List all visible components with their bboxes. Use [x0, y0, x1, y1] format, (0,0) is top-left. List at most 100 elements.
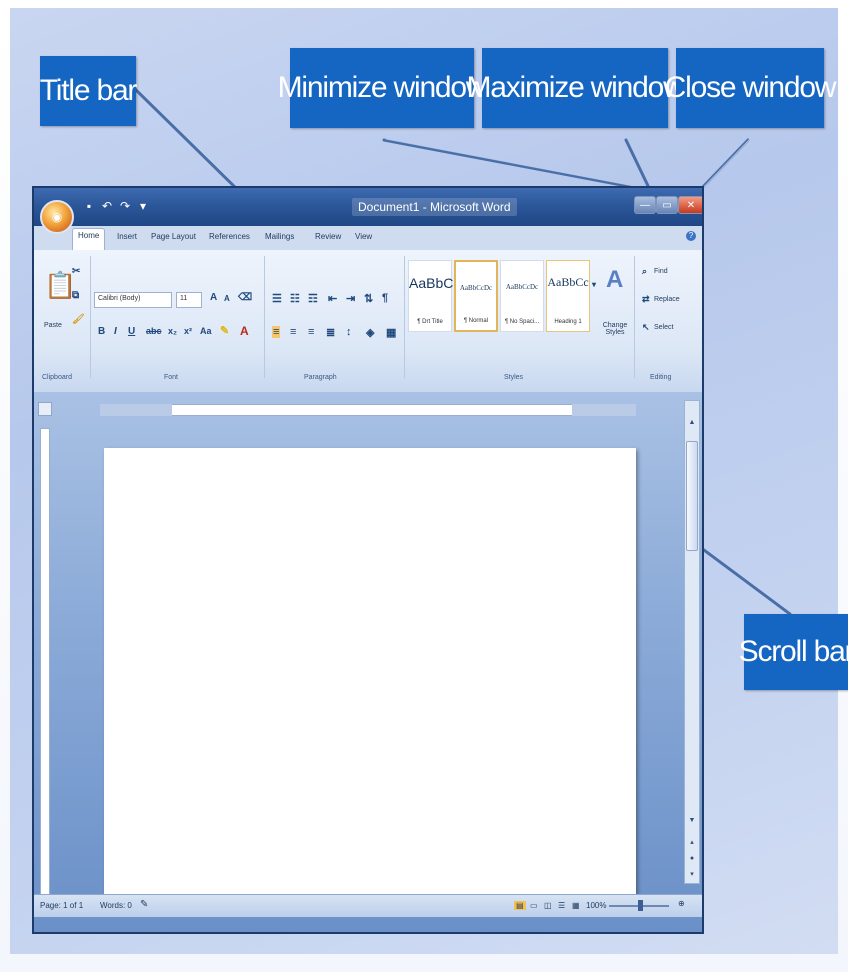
outline-icon[interactable]: ☰: [558, 901, 565, 910]
tab-page-layout[interactable]: Page Layout: [146, 230, 201, 243]
close-button[interactable]: ✕: [678, 196, 702, 214]
strikethrough-icon[interactable]: abc: [146, 326, 162, 336]
zoom-in-icon[interactable]: ⊕: [678, 899, 685, 908]
tab-review[interactable]: Review: [310, 230, 346, 243]
browse-object-icon[interactable]: ●: [686, 853, 698, 865]
style-normal[interactable]: AaBbCcDc ¶ Normal: [454, 260, 498, 332]
styles-group-label: Styles: [504, 374, 524, 381]
proofing-icon[interactable]: ✎: [140, 899, 148, 910]
find-button[interactable]: Find: [654, 268, 668, 275]
page-count[interactable]: Page: 1 of 1: [40, 901, 83, 910]
help-icon[interactable]: ?: [686, 231, 696, 241]
office-button[interactable]: ◉: [40, 200, 74, 234]
italic-icon[interactable]: I: [114, 326, 117, 337]
word-count[interactable]: Words: 0: [100, 901, 132, 910]
replace-button[interactable]: Replace: [654, 296, 680, 303]
vertical-ruler[interactable]: [40, 428, 50, 898]
change-styles-icon[interactable]: A: [606, 266, 623, 294]
separator: [90, 256, 91, 378]
increase-indent-icon[interactable]: ⇥: [346, 292, 355, 305]
window-title: Document1 - Microsoft Word: [352, 198, 517, 216]
bullets-icon[interactable]: ☰: [272, 292, 282, 305]
web-layout-icon[interactable]: ◫: [544, 901, 552, 910]
minimize-button[interactable]: —: [634, 196, 656, 214]
style-heading-1[interactable]: AaBbCc Heading 1: [546, 260, 590, 332]
style-name: Heading 1: [554, 319, 582, 325]
style-sample: AaBbC: [409, 275, 454, 291]
subscript-icon[interactable]: x₂: [168, 326, 177, 336]
sort-icon[interactable]: ⇅: [364, 292, 373, 305]
align-center-icon[interactable]: ≡: [290, 326, 296, 338]
style-name: ¶ No Spaci...: [504, 319, 540, 325]
quick-access-dropdown-icon[interactable]: ▾: [134, 199, 152, 215]
previous-page-icon[interactable]: ▴: [686, 837, 698, 849]
shrink-font-icon[interactable]: A: [224, 294, 230, 303]
style-title[interactable]: AaBbC ¶ Drt Title: [408, 260, 454, 332]
tab-home[interactable]: Home: [72, 228, 106, 251]
minimize-window-callout: Minimize window: [278, 48, 488, 128]
clear-format-icon[interactable]: ⌫: [238, 292, 252, 303]
replace-icon[interactable]: ⇄: [642, 294, 650, 305]
cut-icon[interactable]: ✂: [72, 266, 80, 277]
close-window-callout: Close window: [665, 48, 837, 128]
tab-mailings[interactable]: Mailings: [260, 230, 299, 243]
ruler-tab-selector[interactable]: [38, 402, 52, 416]
superscript-icon[interactable]: x²: [184, 326, 192, 336]
copy-icon[interactable]: ⧉: [72, 290, 79, 301]
style-no-spacing[interactable]: AaBbCcDc ¶ No Spaci...: [500, 260, 544, 332]
highlight-icon[interactable]: ✎: [220, 324, 229, 337]
title-bar[interactable]: ▪ ↶ ↷ ▾ Document1 - Microsoft Word — ▭ ✕: [34, 188, 702, 226]
more-styles-icon[interactable]: ▾: [592, 280, 596, 289]
select-icon[interactable]: ↖: [642, 322, 650, 333]
align-left-icon[interactable]: ≡: [272, 326, 281, 338]
line-spacing-icon[interactable]: ↕: [346, 326, 352, 338]
vertical-scroll-bar[interactable]: ▲ ▼ ▴ ● ▾: [684, 400, 700, 884]
scroll-up-icon[interactable]: ▲: [686, 417, 698, 429]
print-layout-icon[interactable]: ▤: [514, 901, 526, 910]
tab-insert[interactable]: Insert: [112, 230, 142, 243]
zoom-slider-knob[interactable]: [638, 900, 643, 911]
clipboard-group-label: Clipboard: [42, 374, 72, 381]
borders-icon[interactable]: ▦: [386, 326, 396, 339]
document-page[interactable]: [104, 448, 636, 896]
font-size-input[interactable]: 11: [176, 292, 202, 308]
full-screen-icon[interactable]: ▭: [530, 901, 538, 910]
paste-label[interactable]: Paste: [44, 322, 62, 329]
underline-icon[interactable]: U: [128, 326, 135, 337]
font-name-input[interactable]: Calibri (Body): [94, 292, 172, 308]
select-button[interactable]: Select: [654, 324, 673, 331]
status-bar: Page: 1 of 1 Words: 0 ✎ ▤ ▭ ◫ ☰ ▦ 100% ⊕: [34, 894, 702, 917]
change-styles-label[interactable]: Change Styles: [600, 322, 630, 336]
align-right-icon[interactable]: ≡: [308, 326, 314, 338]
undo-icon[interactable]: ↶: [98, 199, 116, 215]
bold-icon[interactable]: B: [98, 326, 105, 337]
numbering-icon[interactable]: ☷: [290, 292, 300, 305]
change-case-icon[interactable]: Aa: [200, 326, 212, 336]
multilevel-list-icon[interactable]: ☶: [308, 292, 318, 305]
grow-font-icon[interactable]: A: [210, 292, 217, 303]
ribbon: 📋 Paste ✂ ⧉ 🖌 Clipboard Calibri (Body) 1…: [34, 250, 702, 393]
draft-icon[interactable]: ▦: [572, 901, 580, 910]
scroll-down-icon[interactable]: ▼: [686, 815, 698, 827]
tab-references[interactable]: References: [204, 230, 255, 243]
paragraph-group-label: Paragraph: [304, 374, 337, 381]
tab-view[interactable]: View: [350, 230, 377, 243]
shading-icon[interactable]: ◈: [366, 326, 374, 339]
font-color-icon[interactable]: A: [240, 324, 249, 338]
separator: [264, 256, 265, 378]
save-icon[interactable]: ▪: [80, 199, 98, 215]
scroll-thumb[interactable]: [686, 441, 698, 551]
zoom-level[interactable]: 100%: [586, 901, 606, 910]
show-marks-icon[interactable]: ¶: [382, 292, 388, 304]
maximize-button[interactable]: ▭: [656, 196, 678, 214]
maximize-icon: ▭: [662, 199, 672, 211]
decrease-indent-icon[interactable]: ⇤: [328, 292, 337, 305]
minimize-icon: —: [640, 199, 650, 211]
redo-icon[interactable]: ↷: [116, 199, 134, 215]
justify-icon[interactable]: ≣: [326, 326, 335, 339]
find-icon[interactable]: ⌕: [642, 266, 647, 277]
horizontal-ruler[interactable]: [100, 404, 636, 416]
ruler-right-margin: [572, 404, 636, 416]
next-page-icon[interactable]: ▾: [686, 869, 698, 881]
format-painter-icon[interactable]: 🖌: [72, 314, 85, 325]
